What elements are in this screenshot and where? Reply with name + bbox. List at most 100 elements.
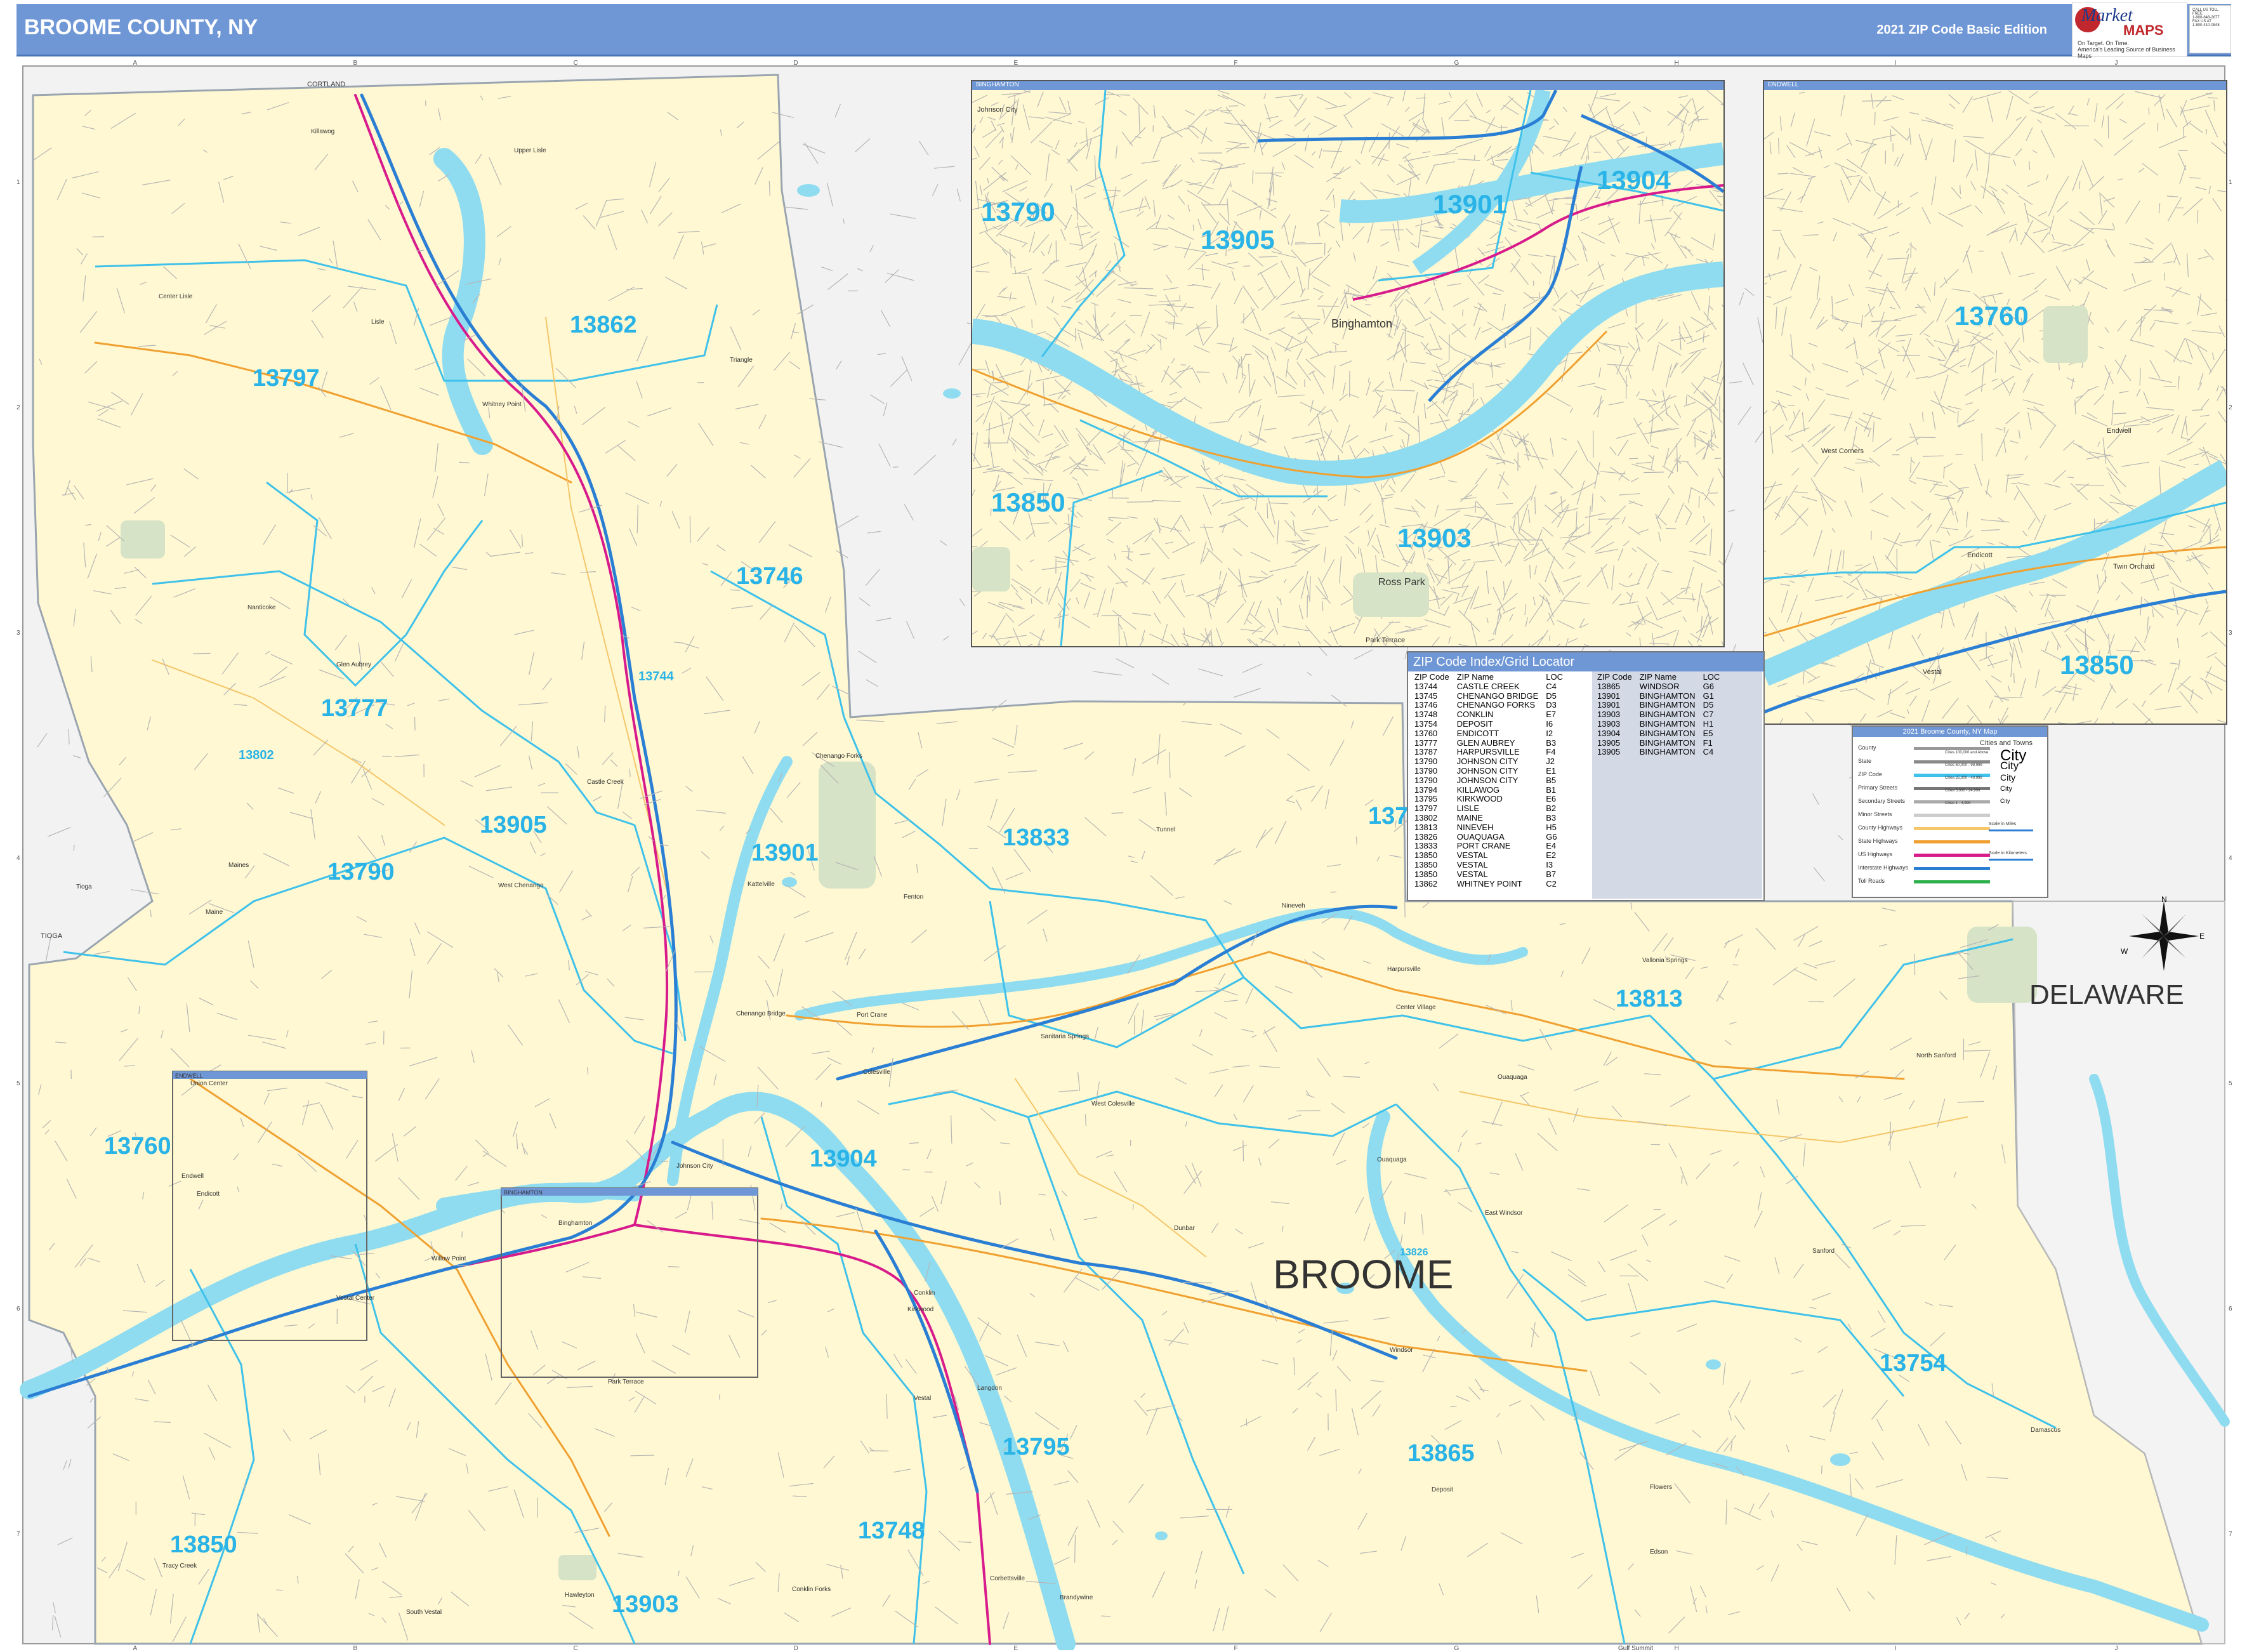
zip-index-row: 13744 CASTLE CREEK C4	[1411, 682, 1567, 692]
index-header: ZIP Name	[1639, 672, 1677, 682]
loc-cell: G1	[1703, 691, 1714, 701]
legend-item-label: County	[1858, 744, 1876, 751]
zip-code-cell: 13813	[1414, 822, 1438, 832]
binghamton-inset[interactable]: BINGHAMTON 13790 13905 13901 13904 13850…	[971, 80, 1725, 647]
place-label: Nanticoke	[247, 604, 276, 611]
loc-cell: B5	[1546, 775, 1557, 785]
grid-row-label: 5	[16, 1080, 20, 1088]
place-label: Chenango Forks	[815, 753, 862, 760]
legend-city-class: Cities 100,000 and Above	[1945, 751, 1989, 755]
zip-name-cell: CONKLIN	[1456, 710, 1494, 720]
loc-cell: I3	[1546, 859, 1553, 869]
grid-column-label: E	[1013, 60, 1018, 67]
loc-cell: D5	[1703, 700, 1714, 710]
zip-index-row: 13760 ENDICOTT I2	[1411, 729, 1567, 739]
zip-index-row: 13797 LISLE B2	[1411, 803, 1567, 814]
grid-column-label: D	[793, 60, 798, 67]
legend-item-label: County Highways	[1858, 824, 1903, 831]
zip-label: 13760	[104, 1133, 171, 1160]
loc-cell: J2	[1546, 757, 1555, 767]
grid-row-label: 5	[2229, 1080, 2232, 1088]
zip-name-cell: BINGHAMTON	[1639, 691, 1696, 701]
loc-cell: I2	[1546, 728, 1553, 738]
place-label: Windsor	[1390, 1347, 1413, 1354]
place-label: South Vestal	[406, 1609, 442, 1616]
compass-rose-icon	[2129, 901, 2199, 971]
endwell-inset[interactable]: ENDWELL 13760 13850 Endwell Endicott Wes…	[1763, 80, 2227, 725]
legend-item-label: State	[1858, 758, 1872, 764]
inset-place-label: Endicott	[1967, 552, 1993, 559]
zip-name-cell: GLEN AUBREY	[1456, 737, 1515, 748]
place-label: Deposit	[1432, 1486, 1453, 1493]
zip-code-cell: 13865	[1597, 681, 1621, 691]
zip-index-row: 13901 BINGHAMTON D5	[1593, 701, 1723, 710]
loc-cell: G6	[1546, 831, 1557, 842]
grid-column-label: C	[573, 1645, 578, 1652]
zip-code-cell: 13790	[1414, 757, 1438, 767]
grid-row-label: 7	[16, 1531, 20, 1538]
zip-index-row: 13850 VESTAL E2	[1411, 850, 1567, 861]
legend-city-sample: City	[2000, 760, 2019, 772]
zip-label: 13790	[327, 859, 395, 885]
legend-item-label: Toll Roads	[1858, 878, 1885, 884]
place-label: Killawog	[311, 128, 334, 135]
zip-label: 13744	[638, 670, 674, 684]
grid-column-label: G	[1454, 1645, 1460, 1652]
grid-column-label: B	[353, 1645, 358, 1652]
zip-name-cell: HARPURSVILLE	[1456, 747, 1520, 757]
zip-code-cell: 13903	[1597, 710, 1621, 720]
place-label: Upper Lisle	[514, 147, 546, 154]
zip-index-row: 13813 NINEVEH H5	[1411, 823, 1567, 833]
inset-zip-label: 13790	[981, 197, 1055, 227]
place-label: Gulf Summit	[1618, 1645, 1653, 1650]
compass-w: W	[2121, 947, 2128, 956]
place-label: Vestal	[914, 1395, 931, 1402]
zip-code-cell: 13905	[1597, 747, 1621, 757]
zip-code-cell: 13790	[1414, 765, 1438, 776]
grid-column-label: I	[1894, 1645, 1897, 1652]
loc-cell: H1	[1703, 718, 1714, 729]
place-label: Brandywine	[1060, 1594, 1093, 1601]
legend-item-label: Minor Streets	[1858, 811, 1892, 817]
place-label: Sanford	[1812, 1248, 1835, 1255]
grid-row-label: 3	[16, 629, 20, 637]
zip-code-cell: 13748	[1414, 710, 1438, 720]
zip-code-cell: 13905	[1597, 737, 1621, 748]
grid-row-label: 1	[16, 178, 20, 186]
grid-column-label: B	[353, 60, 358, 67]
legend-city-class: Cities 25,000 - 49,999	[1945, 776, 1982, 780]
small-inset-binghamton-title: BINGHAMTON	[504, 1189, 543, 1196]
zip-code-cell: 13795	[1414, 794, 1438, 804]
zip-index-row: 13901 BINGHAMTON G1	[1593, 691, 1723, 701]
zip-code-cell: 13850	[1414, 850, 1438, 861]
zip-index-row: 13904 BINGHAMTON E5	[1593, 729, 1723, 739]
index-header: ZIP Code	[1597, 672, 1632, 682]
place-label: Corbettsville	[990, 1575, 1025, 1582]
place-label: North Sanford	[1916, 1052, 1956, 1059]
grid-row-label: 6	[2229, 1305, 2232, 1313]
grid-row-label: 2	[16, 404, 20, 411]
grid-column-label: A	[133, 60, 138, 67]
loc-cell: F1	[1703, 737, 1713, 748]
legend-city-sample: City	[2000, 785, 2012, 793]
loc-cell: C4	[1546, 681, 1557, 691]
place-label: Ouaquaga	[1377, 1156, 1407, 1163]
top-county-label: CORTLAND	[307, 81, 345, 88]
zip-name-cell: VESTAL	[1456, 869, 1488, 879]
place-label: Colesville	[863, 1069, 890, 1076]
zip-index-row: 13802 MAINE B3	[1411, 813, 1567, 823]
grid-column-label: G	[1454, 60, 1460, 67]
zip-code-cell: 13787	[1414, 747, 1438, 757]
inset-place-label: Twin Orchard	[2113, 563, 2154, 571]
legend-scale-km: Scale in Kilometers	[1989, 851, 2027, 856]
zip-code-cell: 13746	[1414, 700, 1438, 710]
zip-name-cell: CHENANGO BRIDGE	[1456, 691, 1539, 701]
grid-column-label: C	[573, 60, 578, 67]
place-label: Conklin Forks	[792, 1586, 831, 1593]
zip-label: 13833	[1003, 824, 1070, 851]
index-header: ZIP Name	[1456, 672, 1494, 682]
place-label: Sanitaria Springs	[1041, 1033, 1089, 1040]
zip-label: 13862	[570, 312, 637, 338]
loc-cell: E6	[1546, 794, 1557, 804]
place-label: Endwell	[181, 1173, 204, 1180]
